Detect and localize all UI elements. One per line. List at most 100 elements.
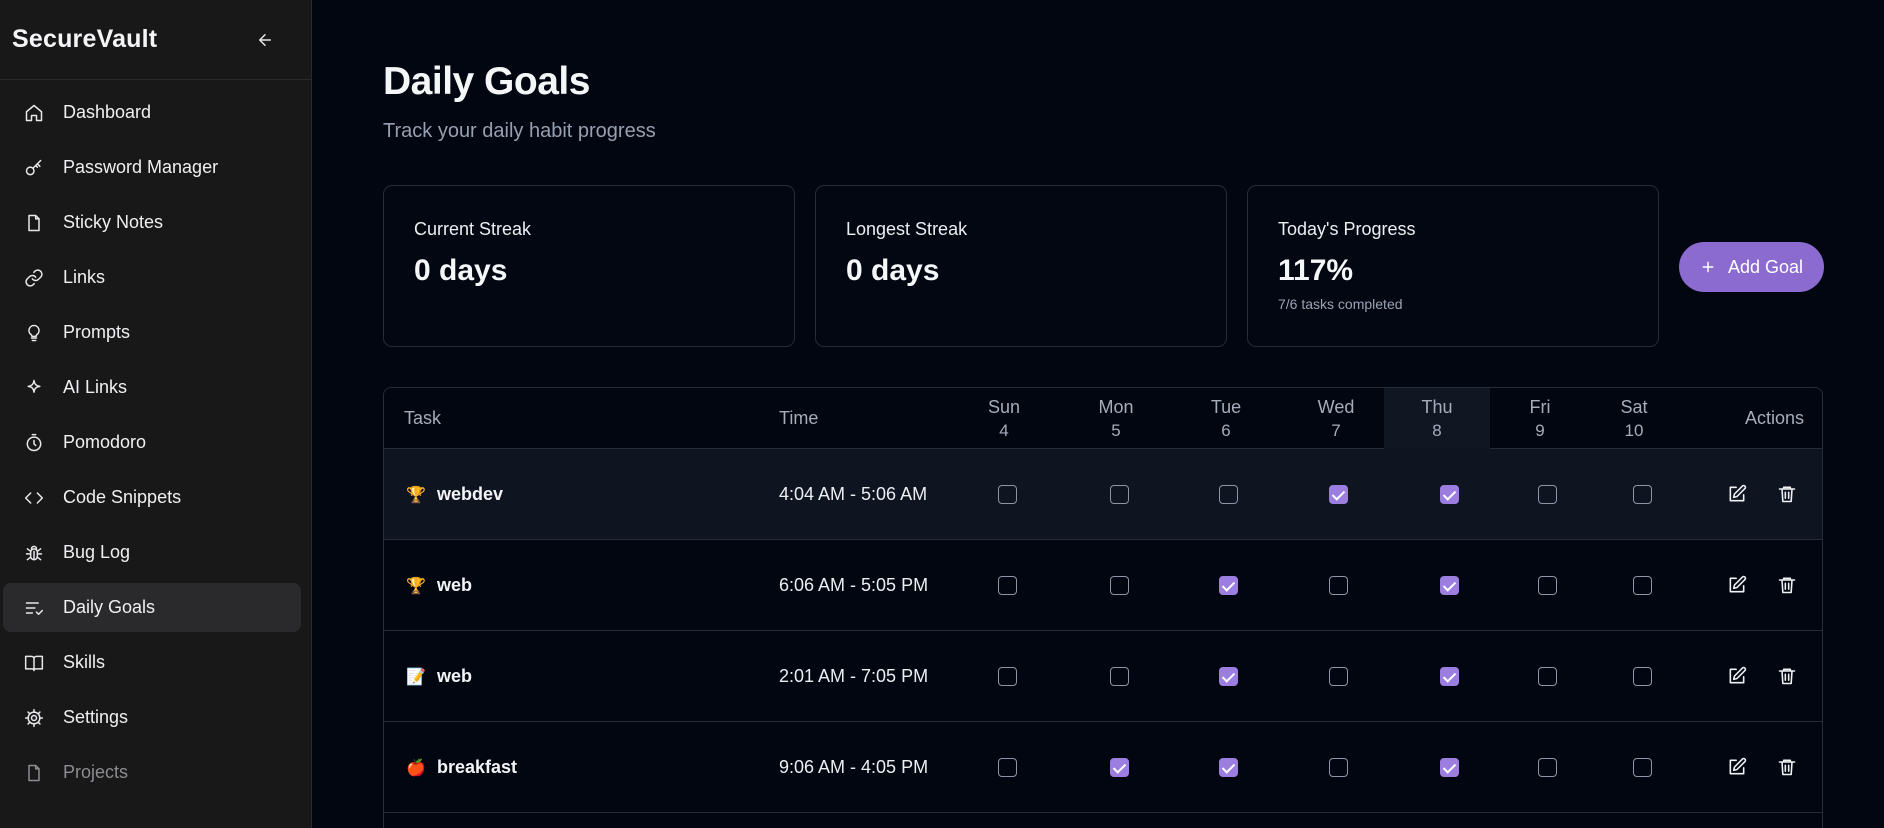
trash-icon — [1778, 577, 1796, 594]
checkbox-sun[interactable] — [998, 758, 1017, 777]
timer-icon — [23, 432, 45, 454]
checkbox-sun[interactable] — [998, 576, 1017, 595]
day-date: 6 — [1221, 420, 1231, 440]
edit-icon — [1729, 757, 1747, 775]
checkbox-wed[interactable] — [1329, 576, 1348, 595]
sidebar-item-daily-goals[interactable]: Daily Goals — [3, 583, 301, 632]
checkbox-fri[interactable] — [1538, 576, 1557, 595]
checkbox-wed[interactable] — [1329, 485, 1348, 504]
checkbox-sat[interactable] — [1633, 667, 1652, 686]
sidebar-item-sticky-notes[interactable]: Sticky Notes — [3, 198, 301, 247]
checkbox-fri[interactable] — [1538, 758, 1557, 777]
checkbox-fri[interactable] — [1538, 485, 1557, 504]
checkbox-thu[interactable] — [1440, 485, 1459, 504]
checkbox-mon[interactable] — [1110, 667, 1129, 686]
day-date: 9 — [1535, 420, 1545, 440]
sidebar-item-label: Dashboard — [63, 102, 152, 122]
task-emoji: 📝 — [406, 668, 426, 686]
collapse-sidebar-button[interactable] — [253, 28, 277, 52]
sidebar-item-projects[interactable]: Projects — [3, 748, 301, 797]
table-row: 🏆 webdev 4:04 AM - 5:06 AM — [384, 449, 1822, 540]
checkbox-mon[interactable] — [1110, 485, 1129, 504]
today-progress-value: 117% — [1278, 254, 1354, 287]
sidebar-item-bug-log[interactable]: Bug Log — [3, 528, 301, 577]
list-check-icon — [23, 597, 45, 619]
sidebar-item-settings[interactable]: Settings — [3, 693, 301, 742]
checkbox-sun[interactable] — [998, 667, 1017, 686]
current-streak-label: Current Streak — [414, 219, 532, 239]
task-emoji: 🏆 — [406, 486, 426, 504]
task-name: web — [437, 666, 473, 686]
longest-streak-label: Longest Streak — [846, 219, 968, 239]
checkbox-sat[interactable] — [1633, 576, 1652, 595]
day-name: Sat — [1620, 396, 1648, 417]
page-subtitle: Track your daily habit progress — [383, 120, 656, 142]
sidebar-item-label: Sticky Notes — [63, 212, 164, 232]
day-header-thu: Thu 8 — [1384, 388, 1490, 449]
sidebar-item-ai-links[interactable]: AI Links — [3, 363, 301, 412]
sidebar-item-label: Daily Goals — [63, 597, 156, 617]
checkbox-tue[interactable] — [1219, 576, 1238, 595]
sidebar-item-label: Prompts — [63, 322, 131, 342]
sidebar: SecureVault Dashboard Password Manager Sti… — [0, 0, 312, 828]
checkbox-fri[interactable] — [1538, 667, 1557, 686]
edit-icon — [1729, 575, 1747, 593]
edit-button[interactable] — [1726, 665, 1748, 687]
edit-button[interactable] — [1726, 483, 1748, 505]
sidebar-item-skills[interactable]: Skills — [3, 638, 301, 687]
table-header: Task Time Actions Sun 4 Mon 5 Tue 6 Wed 7 Thu 8 Fr… — [384, 388, 1822, 449]
day-header-wed: Wed 7 — [1283, 388, 1389, 449]
checkbox-tue[interactable] — [1219, 485, 1238, 504]
trash-icon — [1778, 668, 1796, 685]
file-icon — [23, 212, 45, 234]
delete-button[interactable] — [1776, 756, 1798, 778]
day-name: Fri — [1529, 396, 1551, 417]
longest-streak-value: 0 days — [846, 254, 940, 287]
checkbox-thu[interactable] — [1440, 576, 1459, 595]
day-name: Thu — [1421, 396, 1453, 417]
checkbox-wed[interactable] — [1329, 667, 1348, 686]
sidebar-item-label: Code Snippets — [63, 487, 182, 507]
checkbox-mon[interactable] — [1110, 758, 1129, 777]
sidebar-item-label: Skills — [63, 652, 106, 672]
sidebar-item-dashboard[interactable]: Dashboard — [3, 88, 301, 137]
sidebar-item-prompts[interactable]: Prompts — [3, 308, 301, 357]
table-row: 🍎 breakfast 9:06 AM - 4:05 PM — [384, 722, 1822, 813]
trash-icon — [1778, 486, 1796, 503]
checkbox-mon[interactable] — [1110, 576, 1129, 595]
actions-column-header: Actions — [1744, 408, 1804, 428]
day-name: Sun — [987, 396, 1021, 417]
add-goal-button[interactable]: Add Goal — [1679, 242, 1824, 292]
book-icon — [23, 652, 45, 674]
edit-button[interactable] — [1726, 574, 1748, 596]
day-date: 5 — [1111, 420, 1121, 440]
code-icon — [23, 487, 45, 509]
task-name: breakfast — [437, 757, 518, 777]
day-name: Mon — [1098, 396, 1134, 417]
day-header-sat: Sat 10 — [1581, 388, 1687, 449]
checkbox-sun[interactable] — [998, 485, 1017, 504]
brand-header: SecureVault — [0, 0, 311, 80]
sidebar-item-password-manager[interactable]: Password Manager — [3, 143, 301, 192]
checkbox-thu[interactable] — [1440, 667, 1459, 686]
edit-button[interactable] — [1726, 756, 1748, 778]
checkbox-tue[interactable] — [1219, 758, 1238, 777]
plus-icon — [1702, 261, 1714, 273]
sidebar-item-links[interactable]: Links — [3, 253, 301, 302]
day-header-tue: Tue 6 — [1173, 388, 1279, 449]
checkbox-sat[interactable] — [1633, 758, 1652, 777]
checkbox-tue[interactable] — [1219, 667, 1238, 686]
sidebar-item-pomodoro[interactable]: Pomodoro — [3, 418, 301, 467]
day-date: 8 — [1432, 420, 1442, 440]
delete-button[interactable] — [1776, 574, 1798, 596]
task-name: web — [437, 575, 473, 595]
delete-button[interactable] — [1776, 665, 1798, 687]
sidebar-item-code-snippets[interactable]: Code Snippets — [3, 473, 301, 522]
delete-button[interactable] — [1776, 483, 1798, 505]
checkbox-sat[interactable] — [1633, 485, 1652, 504]
file-icon — [23, 762, 45, 784]
day-header-fri: Fri 9 — [1487, 388, 1593, 449]
app-title: SecureVault — [12, 25, 158, 53]
checkbox-thu[interactable] — [1440, 758, 1459, 777]
checkbox-wed[interactable] — [1329, 758, 1348, 777]
